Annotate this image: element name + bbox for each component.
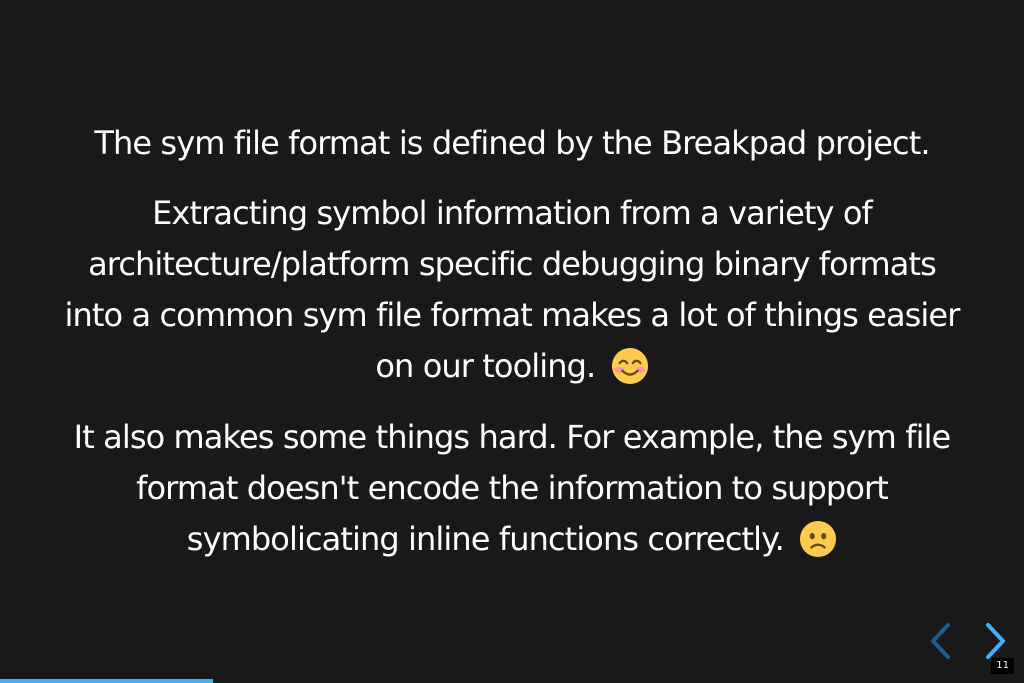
slide-navigation [926,621,1010,661]
paragraph-1-text: The sym file format is defined by the Br… [94,124,930,162]
slide: The sym file format is defined by the Br… [0,0,1024,683]
slide-number: 11 [991,658,1014,674]
slide-content: The sym file format is defined by the Br… [60,118,964,585]
paragraph-2: Extracting symbol information from a var… [60,188,964,392]
progress-bar-fill [0,679,213,683]
progress-bar[interactable] [0,679,1024,683]
paragraph-2-text: Extracting symbol information from a var… [64,194,961,385]
paragraph-1: The sym file format is defined by the Br… [60,118,964,169]
frowning-face-icon [800,520,837,558]
paragraph-3: It also makes some things hard. For exam… [60,412,964,565]
chevron-right-icon[interactable] [980,621,1010,661]
chevron-left-icon[interactable] [926,621,956,661]
smiling-face-icon [611,347,648,385]
